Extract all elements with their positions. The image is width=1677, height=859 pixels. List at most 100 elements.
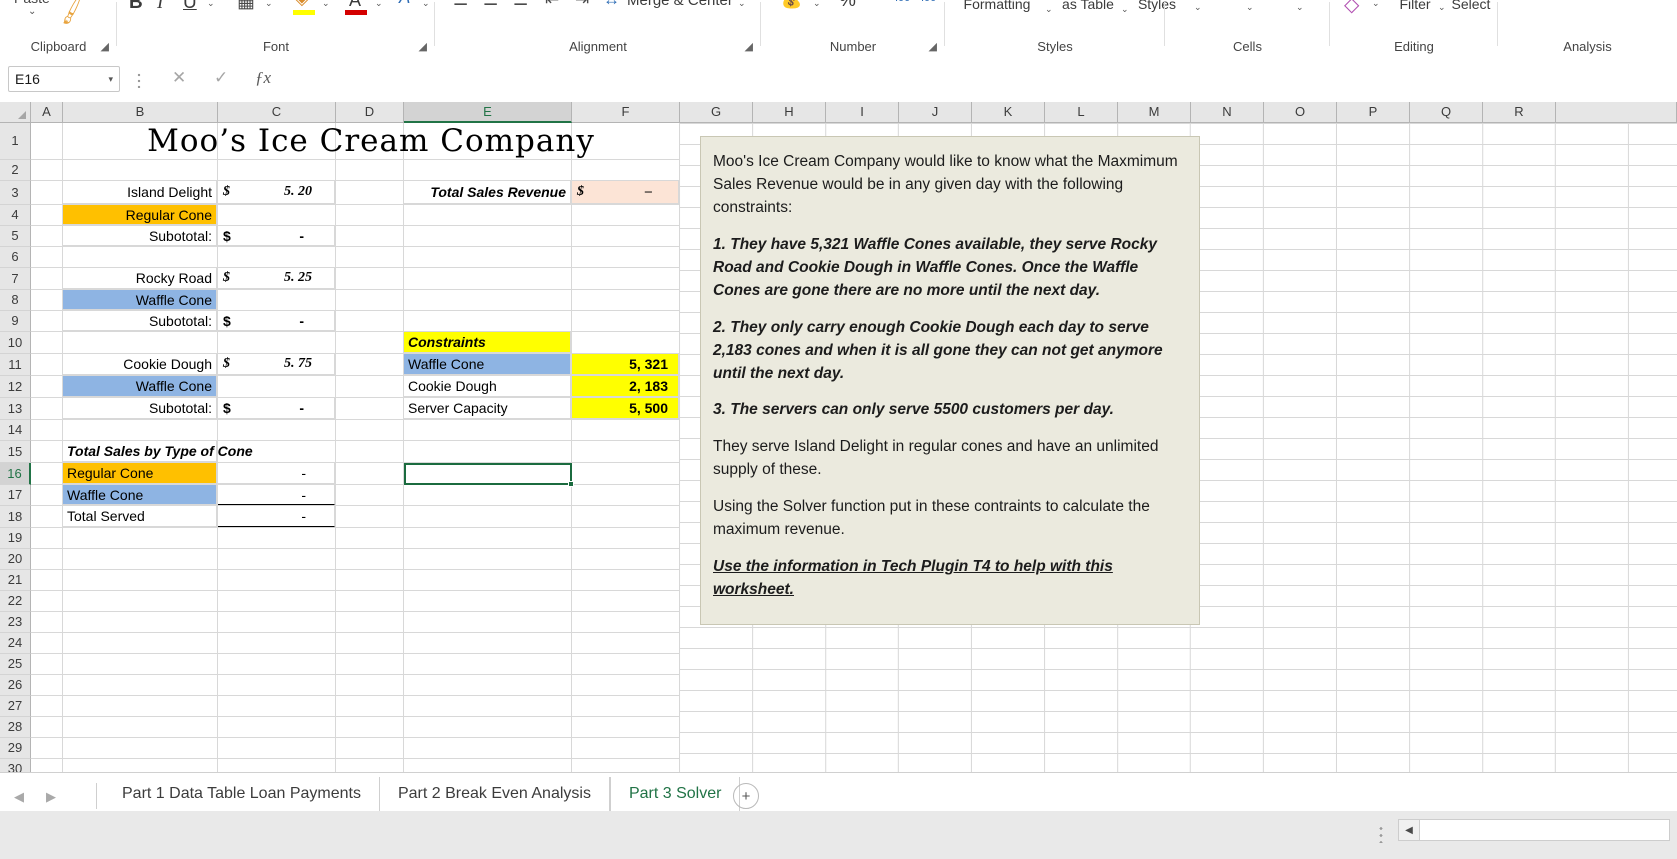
cell-E10[interactable]: Constraints <box>404 332 571 353</box>
fill-handle[interactable] <box>568 481 574 487</box>
row-header-15[interactable]: 15 <box>0 441 31 463</box>
cell-B13[interactable]: Subototal: <box>63 398 217 419</box>
conditional-formatting-button[interactable]: Conditional Formatting <box>951 0 1043 13</box>
row-header-18[interactable]: 18 <box>0 506 31 528</box>
column-header-R[interactable]: R <box>1483 102 1556 123</box>
row-header-6[interactable]: 6 <box>0 247 31 268</box>
delete-chevron-icon[interactable]: ⌄ <box>1246 2 1254 13</box>
sheet-tab-part3[interactable]: Part 3 Solver <box>609 777 741 811</box>
row-header-4[interactable]: 4 <box>0 205 31 226</box>
cell-C5[interactable]: $ - <box>218 226 335 246</box>
row-header-21[interactable]: 21 <box>0 570 31 591</box>
format-painter-icon[interactable]: 🖌 <box>55 0 90 28</box>
phonetic-guide-icon[interactable]: A <box>399 0 410 8</box>
row-header-16[interactable]: 16 <box>0 463 31 485</box>
row-header-22[interactable]: 22 <box>0 591 31 612</box>
conditional-formatting-chevron-icon[interactable]: ⌄ <box>1045 4 1053 15</box>
row-header-24[interactable]: 24 <box>0 633 31 654</box>
column-header-F[interactable]: F <box>572 102 680 123</box>
font-dialog-launcher[interactable]: ◢ <box>419 40 427 53</box>
cancel-icon[interactable]: ✕ <box>172 68 186 88</box>
cell-F3[interactable]: $ – <box>572 181 679 204</box>
fill-chevron-icon[interactable]: ⌄ <box>322 0 330 9</box>
row-header-27[interactable]: 27 <box>0 696 31 717</box>
column-header-D[interactable]: D <box>336 102 404 123</box>
cell-E11[interactable]: Waffle Cone <box>404 354 571 375</box>
row-header-10[interactable]: 10 <box>0 332 31 354</box>
row-header-19[interactable]: 19 <box>0 528 31 549</box>
row-header-13[interactable]: 13 <box>0 398 31 420</box>
sort-filter-button[interactable]: Sort & Filter <box>1392 0 1438 13</box>
status-bar-grip[interactable] <box>1379 824 1383 843</box>
cell-C18[interactable]: - <box>218 506 335 527</box>
previous-sheet-icon[interactable]: ◀ <box>14 789 24 805</box>
cell-C11[interactable]: $ 5. 75 <box>218 354 335 375</box>
underline-button[interactable]: U <box>183 0 197 14</box>
bold-button[interactable]: B <box>129 0 143 14</box>
clear-chevron-icon[interactable]: ⌄ <box>1372 0 1380 9</box>
cell-F13[interactable]: 5, 500 <box>572 398 679 419</box>
scroll-left-icon[interactable]: ◀ <box>1399 820 1420 840</box>
column-header-I[interactable]: I <box>826 102 899 123</box>
cell-C17[interactable]: - <box>218 485 335 505</box>
instructions-textbox[interactable]: Moo's Ice Cream Company would like to kn… <box>700 136 1200 625</box>
borders-icon[interactable]: ▦ <box>237 0 255 13</box>
cell-B16[interactable]: Regular Cone <box>63 463 217 484</box>
cell-B12[interactable]: Waffle Cone <box>63 376 217 397</box>
increase-decimal-icon[interactable]: .00 <box>895 0 910 4</box>
row-header-26[interactable]: 26 <box>0 675 31 696</box>
row-header-2[interactable]: 2 <box>0 160 31 181</box>
row-header-20[interactable]: 20 <box>0 549 31 570</box>
next-sheet-icon[interactable]: ▶ <box>46 789 56 805</box>
cell-E3[interactable]: Total Sales Revenue <box>404 181 571 204</box>
format-chevron-icon[interactable]: ⌄ <box>1296 2 1304 13</box>
column-header-H[interactable]: H <box>753 102 826 123</box>
cell-C3[interactable]: $ 5. 20 <box>218 181 335 204</box>
sheet-tab-part1[interactable]: Part 1 Data Table Loan Payments <box>104 777 380 811</box>
column-header-O[interactable]: O <box>1264 102 1337 123</box>
cell-B7[interactable]: Rocky Road <box>63 268 217 289</box>
cell-C13[interactable]: $ - <box>218 398 335 419</box>
row-header-29[interactable]: 29 <box>0 738 31 759</box>
row-header-12[interactable]: 12 <box>0 376 31 398</box>
column-header-G[interactable]: G <box>680 102 753 123</box>
clipboard-dialog-launcher[interactable]: ◢ <box>101 40 109 53</box>
merge-center-icon[interactable]: ↔ <box>603 0 620 10</box>
clear-icon[interactable]: ◇ <box>1344 0 1359 17</box>
decrease-decimal-icon[interactable]: .00 <box>921 0 936 4</box>
column-header-P[interactable]: P <box>1337 102 1410 123</box>
cell-C16[interactable]: - <box>218 463 335 484</box>
percent-style-button[interactable]: % <box>839 0 856 12</box>
cell-B8[interactable]: Waffle Cone <box>63 290 217 310</box>
select-all-corner[interactable] <box>0 102 31 123</box>
cell-C7[interactable]: $ 5. 25 <box>218 268 335 289</box>
column-header-A[interactable]: A <box>31 102 63 123</box>
row-header-14[interactable]: 14 <box>0 420 31 441</box>
sheet-nav-arrows[interactable]: ◀ ▶ <box>14 785 84 809</box>
cell-E12[interactable]: Cookie Dough <box>404 376 571 397</box>
cell-F12[interactable]: 2, 183 <box>572 376 679 397</box>
decrease-indent-icon[interactable]: ⇤ <box>545 0 559 10</box>
borders-chevron-icon[interactable]: ⌄ <box>265 0 273 9</box>
cell-B3[interactable]: Island Delight <box>63 181 217 204</box>
align-center-icon[interactable]: ☰ <box>483 0 498 10</box>
phonetic-chevron-icon[interactable]: ⌄ <box>422 0 430 9</box>
format-as-table-chevron-icon[interactable]: ⌄ <box>1121 4 1129 15</box>
row-header-7[interactable]: 7 <box>0 268 31 290</box>
company-title[interactable]: Moo’s Ice Cream Company <box>63 123 679 159</box>
row-header-8[interactable]: 8 <box>0 290 31 311</box>
merge-center-button[interactable]: Merge & Center <box>627 0 733 9</box>
fill-color-icon[interactable]: ◈ <box>295 0 309 9</box>
row-header-11[interactable]: 11 <box>0 354 31 376</box>
row-header-25[interactable]: 25 <box>0 654 31 675</box>
find-select-button[interactable]: Find & Select <box>1448 0 1494 13</box>
cell-B11[interactable]: Cookie Dough <box>63 354 217 375</box>
cell-B17[interactable]: Waffle Cone <box>63 485 217 505</box>
align-left-icon[interactable]: ☰ <box>453 0 468 10</box>
row-header-17[interactable]: 17 <box>0 485 31 506</box>
sheet-tab-part2[interactable]: Part 2 Break Even Analysis <box>380 777 610 811</box>
sort-filter-chevron-icon[interactable]: ⌄ <box>1438 2 1446 13</box>
column-header-C[interactable]: C <box>218 102 336 123</box>
scrollbar-track[interactable] <box>1420 820 1669 840</box>
cell-E13[interactable]: Server Capacity <box>404 398 571 419</box>
